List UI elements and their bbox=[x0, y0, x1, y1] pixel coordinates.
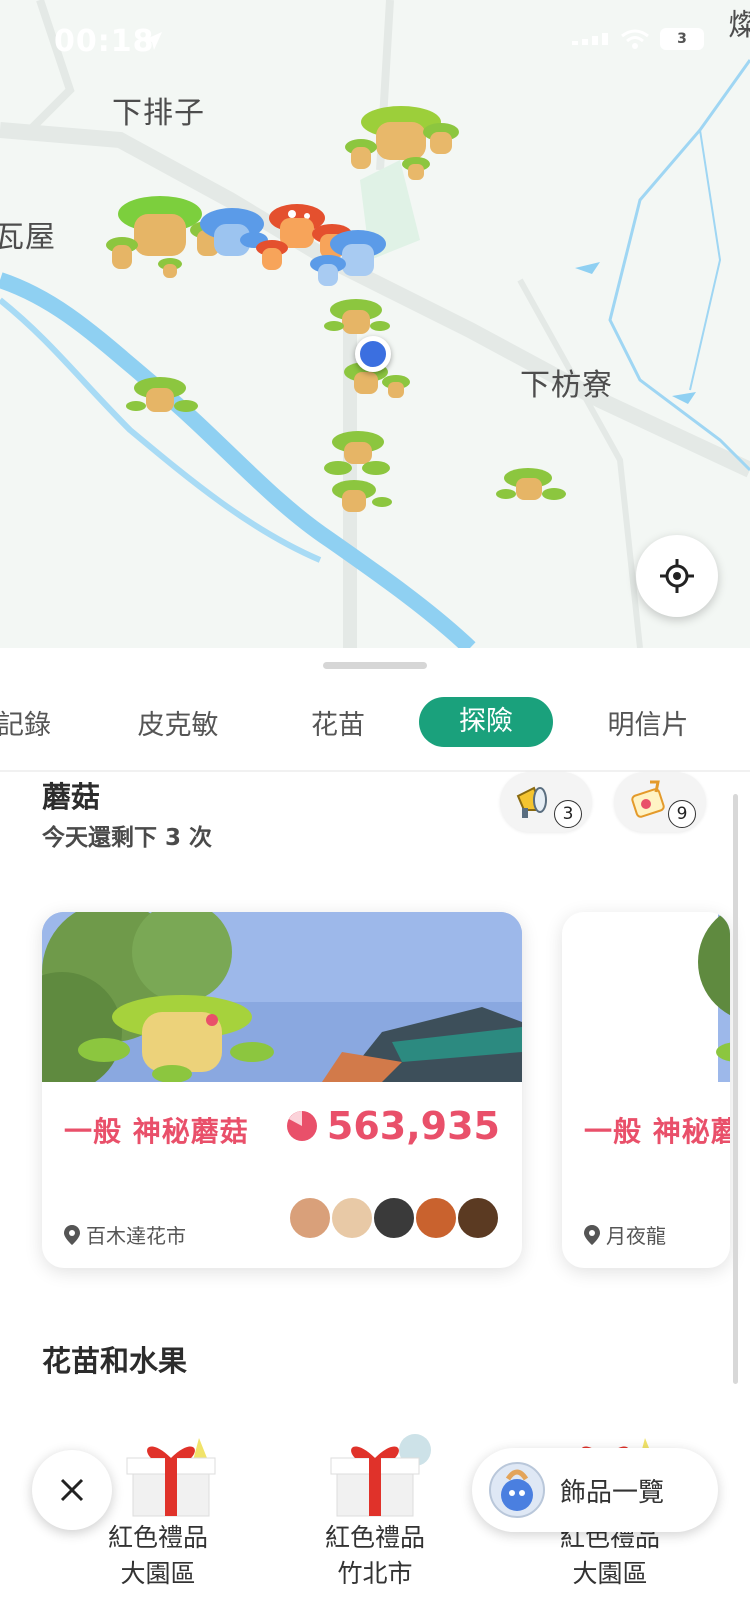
tab-flowers[interactable]: 花苗 bbox=[288, 690, 388, 762]
ticket-count: 9 bbox=[668, 800, 696, 828]
mushroom-points-value: 563,935 bbox=[326, 1104, 500, 1148]
wifi-icon bbox=[621, 29, 649, 49]
status-time: 00:18 bbox=[54, 24, 155, 59]
mushroom-card-title: 一般 神秘蘑菇 bbox=[584, 1115, 730, 1148]
locate-me-button[interactable] bbox=[636, 535, 718, 617]
megaphone-chip[interactable]: 3 bbox=[500, 772, 592, 832]
signal-icon bbox=[572, 33, 608, 45]
gift-name: 紅色禮品 bbox=[324, 1523, 425, 1552]
place-label: 下枋寮 bbox=[520, 368, 613, 403]
mushroom-marker[interactable] bbox=[124, 374, 200, 426]
crosshair-icon bbox=[660, 559, 694, 593]
avatar bbox=[372, 1196, 416, 1240]
tab-explore[interactable]: 探險 bbox=[419, 697, 553, 747]
gift-area: 大園區 bbox=[572, 1559, 648, 1588]
sheet-grabber[interactable] bbox=[323, 662, 427, 669]
mushroom-points: 563,935 bbox=[285, 1104, 500, 1148]
pikmin-decor-icon bbox=[489, 1462, 545, 1518]
participant-avatars bbox=[288, 1196, 500, 1240]
mushroom-card[interactable]: 一般 神秘蘑菇 月夜龍 bbox=[562, 912, 730, 1268]
avatar bbox=[330, 1196, 374, 1240]
mushroom-location: 月夜龍 bbox=[584, 1220, 666, 1249]
battery-indicator: 3 bbox=[660, 28, 704, 50]
location-arrow-icon bbox=[144, 32, 162, 50]
tab-bar: 記錄 皮克敏 花苗 探險 明信片 bbox=[0, 690, 750, 762]
avatar bbox=[288, 1196, 332, 1240]
avatar bbox=[414, 1196, 458, 1240]
mushroom-photo bbox=[42, 912, 522, 1082]
location-pin-icon bbox=[584, 1224, 600, 1245]
ticket-icon bbox=[631, 780, 665, 818]
mushroom-card[interactable]: 一般 神秘蘑菇 563,935 百木達花市 bbox=[42, 912, 522, 1268]
pie-progress-icon bbox=[286, 1111, 317, 1141]
current-location-dot bbox=[355, 336, 391, 372]
mushroom-marker[interactable] bbox=[336, 92, 466, 187]
gift-item[interactable] bbox=[300, 1428, 460, 1522]
close-icon bbox=[60, 1478, 84, 1502]
flowers-section-title: 花苗和水果 bbox=[42, 1344, 188, 1378]
decor-list-label: 飾品一覽 bbox=[560, 1477, 665, 1508]
place-label: 燦 bbox=[728, 8, 750, 43]
map-view[interactable]: 00:18 3 下排子 瓦屋 下枋寮 燦 bbox=[0, 0, 750, 648]
place-label: 下排子 bbox=[112, 96, 205, 131]
ticket-chip[interactable]: 9 bbox=[614, 772, 706, 832]
status-bar: 00:18 3 bbox=[0, 0, 750, 90]
gift-name: 紅色禮品 bbox=[107, 1523, 208, 1552]
mushroom-location-text: 月夜龍 bbox=[606, 1224, 666, 1248]
gift-item[interactable] bbox=[96, 1428, 256, 1522]
app-root: 00:18 3 下排子 瓦屋 下枋寮 燦 記錄 皮克敏 花苗 探險 明信片 蘑菇… bbox=[0, 0, 750, 1622]
tab-records[interactable]: 記錄 bbox=[0, 690, 58, 762]
close-button[interactable] bbox=[32, 1450, 112, 1530]
mushroom-marker[interactable] bbox=[300, 220, 400, 300]
megaphone-count: 3 bbox=[554, 800, 582, 828]
mushroom-section-title: 蘑菇 bbox=[42, 780, 101, 814]
mushroom-marker[interactable] bbox=[494, 464, 570, 514]
place-label: 瓦屋 bbox=[0, 220, 56, 255]
red-gift-icon bbox=[330, 1434, 431, 1517]
mushroom-location-text: 百木達花市 bbox=[86, 1224, 186, 1248]
scrollbar[interactable] bbox=[733, 794, 738, 1384]
tab-postcards[interactable]: 明信片 bbox=[590, 690, 706, 762]
location-pin-icon bbox=[64, 1224, 80, 1245]
status-icons: 3 bbox=[572, 28, 704, 50]
avatar bbox=[456, 1196, 500, 1240]
mushroom-photo bbox=[698, 912, 730, 1082]
mushroom-remaining-text: 今天還剩下 3 次 bbox=[42, 825, 213, 851]
decor-list-button[interactable]: 飾品一覽 bbox=[472, 1448, 718, 1532]
gift-area: 竹北市 bbox=[337, 1559, 413, 1588]
mushroom-card-title: 一般 神秘蘑菇 bbox=[64, 1115, 249, 1148]
mushroom-marker[interactable] bbox=[318, 428, 398, 523]
tab-pikmin[interactable]: 皮克敏 bbox=[118, 690, 238, 762]
gift-area: 大園區 bbox=[120, 1559, 196, 1588]
megaphone-icon bbox=[516, 786, 547, 818]
mushroom-location: 百木達花市 bbox=[64, 1220, 186, 1249]
red-gift-icon bbox=[126, 1438, 216, 1517]
